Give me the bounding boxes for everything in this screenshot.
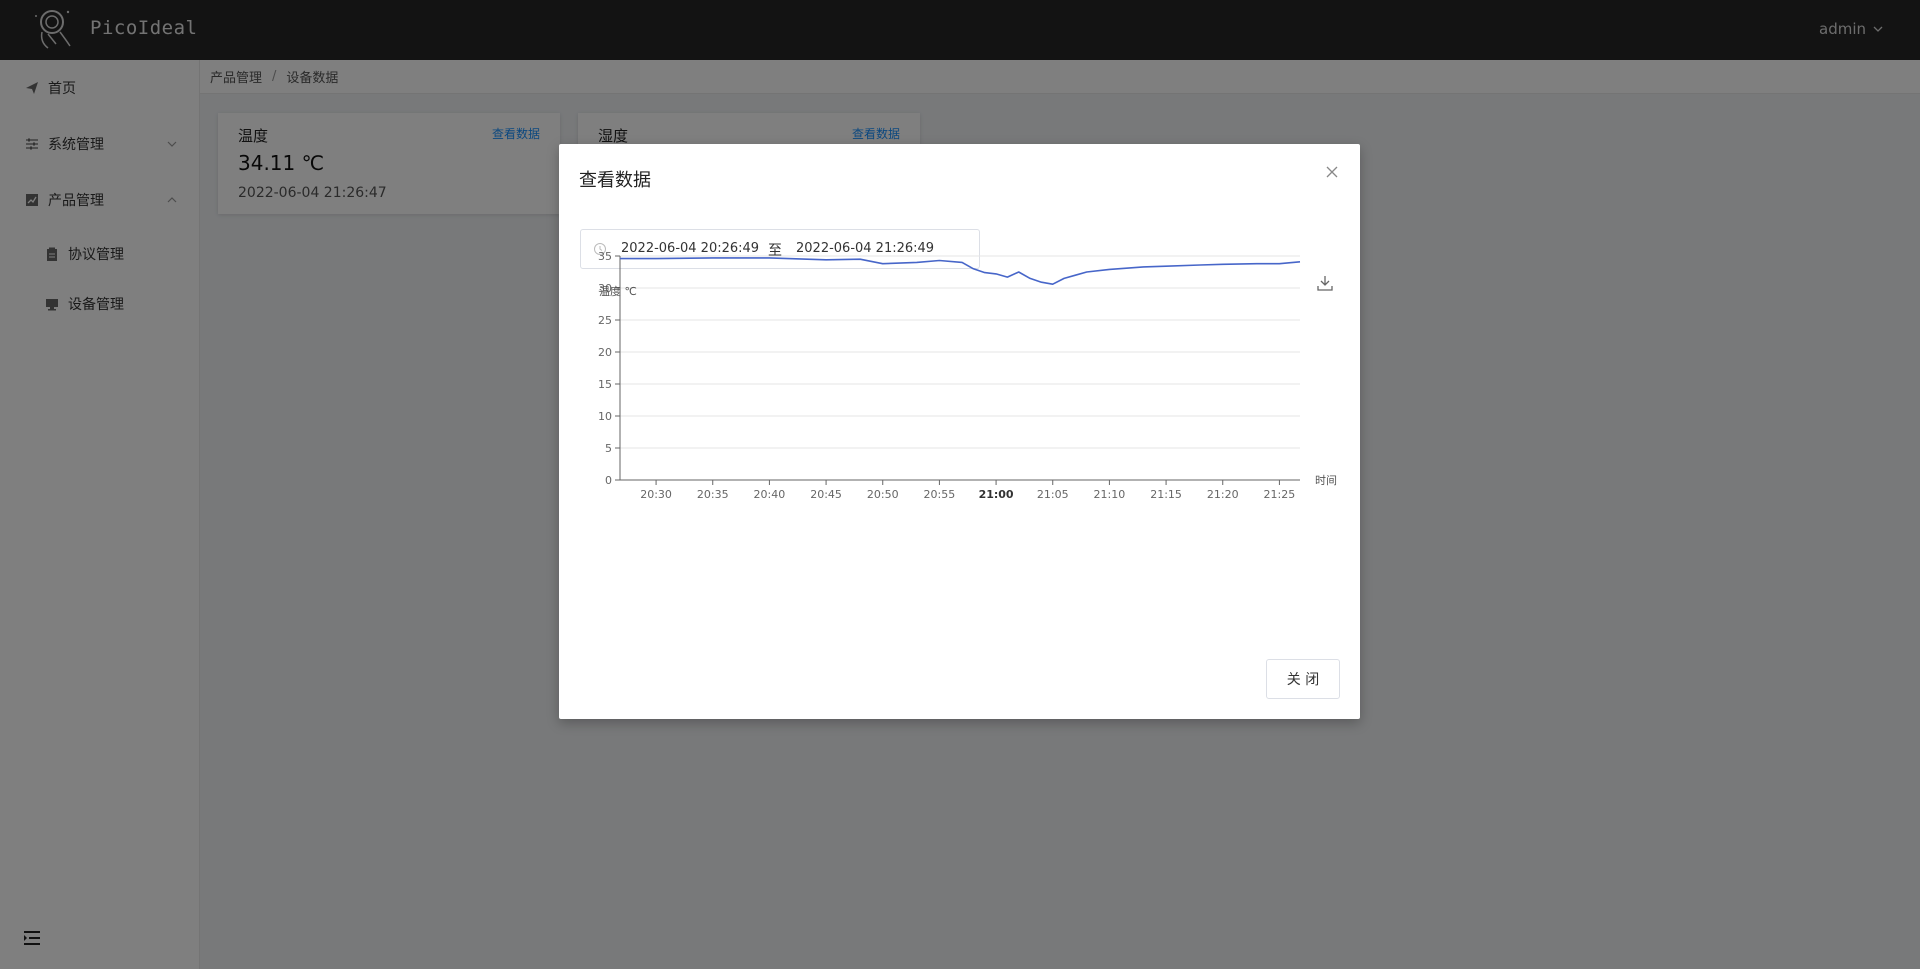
x-tick-label: 20:55: [924, 488, 956, 501]
y-tick-label: 10: [598, 410, 612, 423]
x-tick-label: 21:15: [1150, 488, 1182, 501]
x-tick-label: 21:05: [1037, 488, 1069, 501]
x-tick-label: 21:25: [1264, 488, 1296, 501]
y-tick-label: 35: [598, 250, 612, 263]
x-axis-title: 时间: [1315, 474, 1337, 487]
y-tick-label: 0: [605, 474, 612, 487]
y-tick-label: 5: [605, 442, 612, 455]
series-line: [620, 257, 1301, 285]
y-tick-label: 25: [598, 314, 612, 327]
x-tick-label: 20:30: [640, 488, 672, 501]
x-tick-label: 20:35: [697, 488, 729, 501]
view-data-dialog: 查看数据 2022-06-04 20:26:49 至 2022-06-04 21…: [559, 144, 1360, 719]
y-tick-label: 20: [598, 346, 612, 359]
y-axis-title: 温度 ℃: [599, 284, 637, 298]
x-tick-label: 20:40: [754, 488, 786, 501]
y-tick-label: 15: [598, 378, 612, 391]
x-tick-label: 21:00: [979, 488, 1014, 501]
close-button[interactable]: 关 闭: [1266, 659, 1340, 699]
x-tick-label: 20:50: [867, 488, 899, 501]
x-tick-label: 20:45: [810, 488, 842, 501]
temperature-line-chart: 0510152025303520:30 20:35 20:40 20:45 20:50 2…: [598, 250, 1337, 501]
x-tick-label: 21:10: [1094, 488, 1126, 501]
x-tick-label: 21:20: [1207, 488, 1239, 501]
